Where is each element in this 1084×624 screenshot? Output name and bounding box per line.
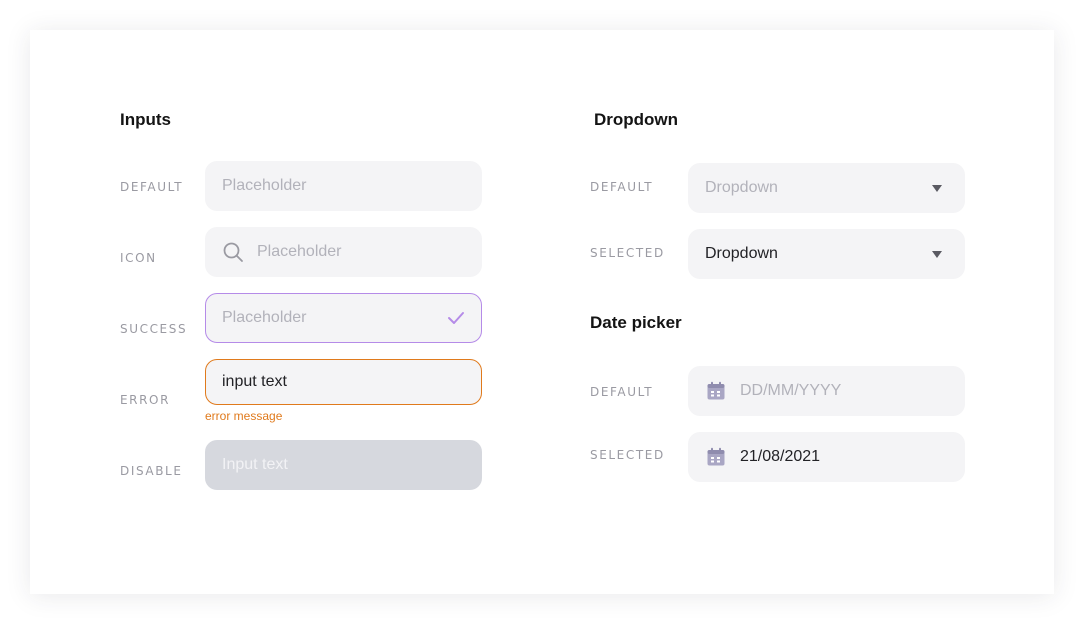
selected-dropdown-value: Dropdown (705, 245, 778, 262)
row-label-dropdown-default: DEFAULT (590, 180, 654, 194)
search-input[interactable]: Placeholder (205, 227, 482, 277)
default-input[interactable]: Placeholder (205, 161, 482, 211)
default-date-placeholder: DD/MM/YYYY (740, 382, 842, 399)
search-icon (222, 241, 244, 263)
calendar-icon (705, 446, 727, 468)
search-input-placeholder: Placeholder (257, 243, 342, 260)
error-input-value: input text (222, 373, 287, 390)
row-label-dropdown-selected: SELECTED (590, 246, 665, 260)
datepicker-section-title: Date picker (590, 313, 682, 332)
default-date-picker[interactable]: DD/MM/YYYY (688, 366, 965, 416)
success-input[interactable]: Placeholder (205, 293, 482, 343)
default-input-placeholder: Placeholder (222, 177, 307, 194)
disabled-input-text: Input text (222, 456, 288, 473)
row-label-date-default: DEFAULT (590, 385, 654, 399)
dropdown-section-title: Dropdown (594, 110, 679, 129)
caret-down-icon (932, 184, 942, 192)
component-card (30, 30, 1054, 594)
selected-dropdown[interactable]: Dropdown (688, 229, 965, 279)
default-dropdown[interactable]: Dropdown (688, 163, 965, 213)
selected-date-picker[interactable]: 21/08/2021 (688, 432, 965, 482)
calendar-icon (705, 380, 727, 402)
selected-date-value: 21/08/2021 (740, 448, 821, 465)
row-label-success: SUCCESS (120, 322, 188, 336)
row-label-default: DEFAULT (120, 180, 184, 194)
disabled-input: Input text (205, 440, 482, 490)
row-label-icon: ICON (120, 251, 157, 265)
row-label-error: ERROR (120, 393, 171, 407)
success-input-placeholder: Placeholder (222, 309, 307, 326)
row-label-date-selected: SELECTED (590, 448, 665, 462)
row-label-disable: DISABLE (120, 464, 183, 478)
error-input[interactable]: input text (205, 359, 482, 405)
default-dropdown-placeholder: Dropdown (705, 179, 778, 196)
inputs-section-title: Inputs (120, 110, 171, 129)
error-message: error message (205, 409, 283, 423)
caret-down-icon (932, 250, 942, 258)
check-icon (447, 311, 465, 325)
